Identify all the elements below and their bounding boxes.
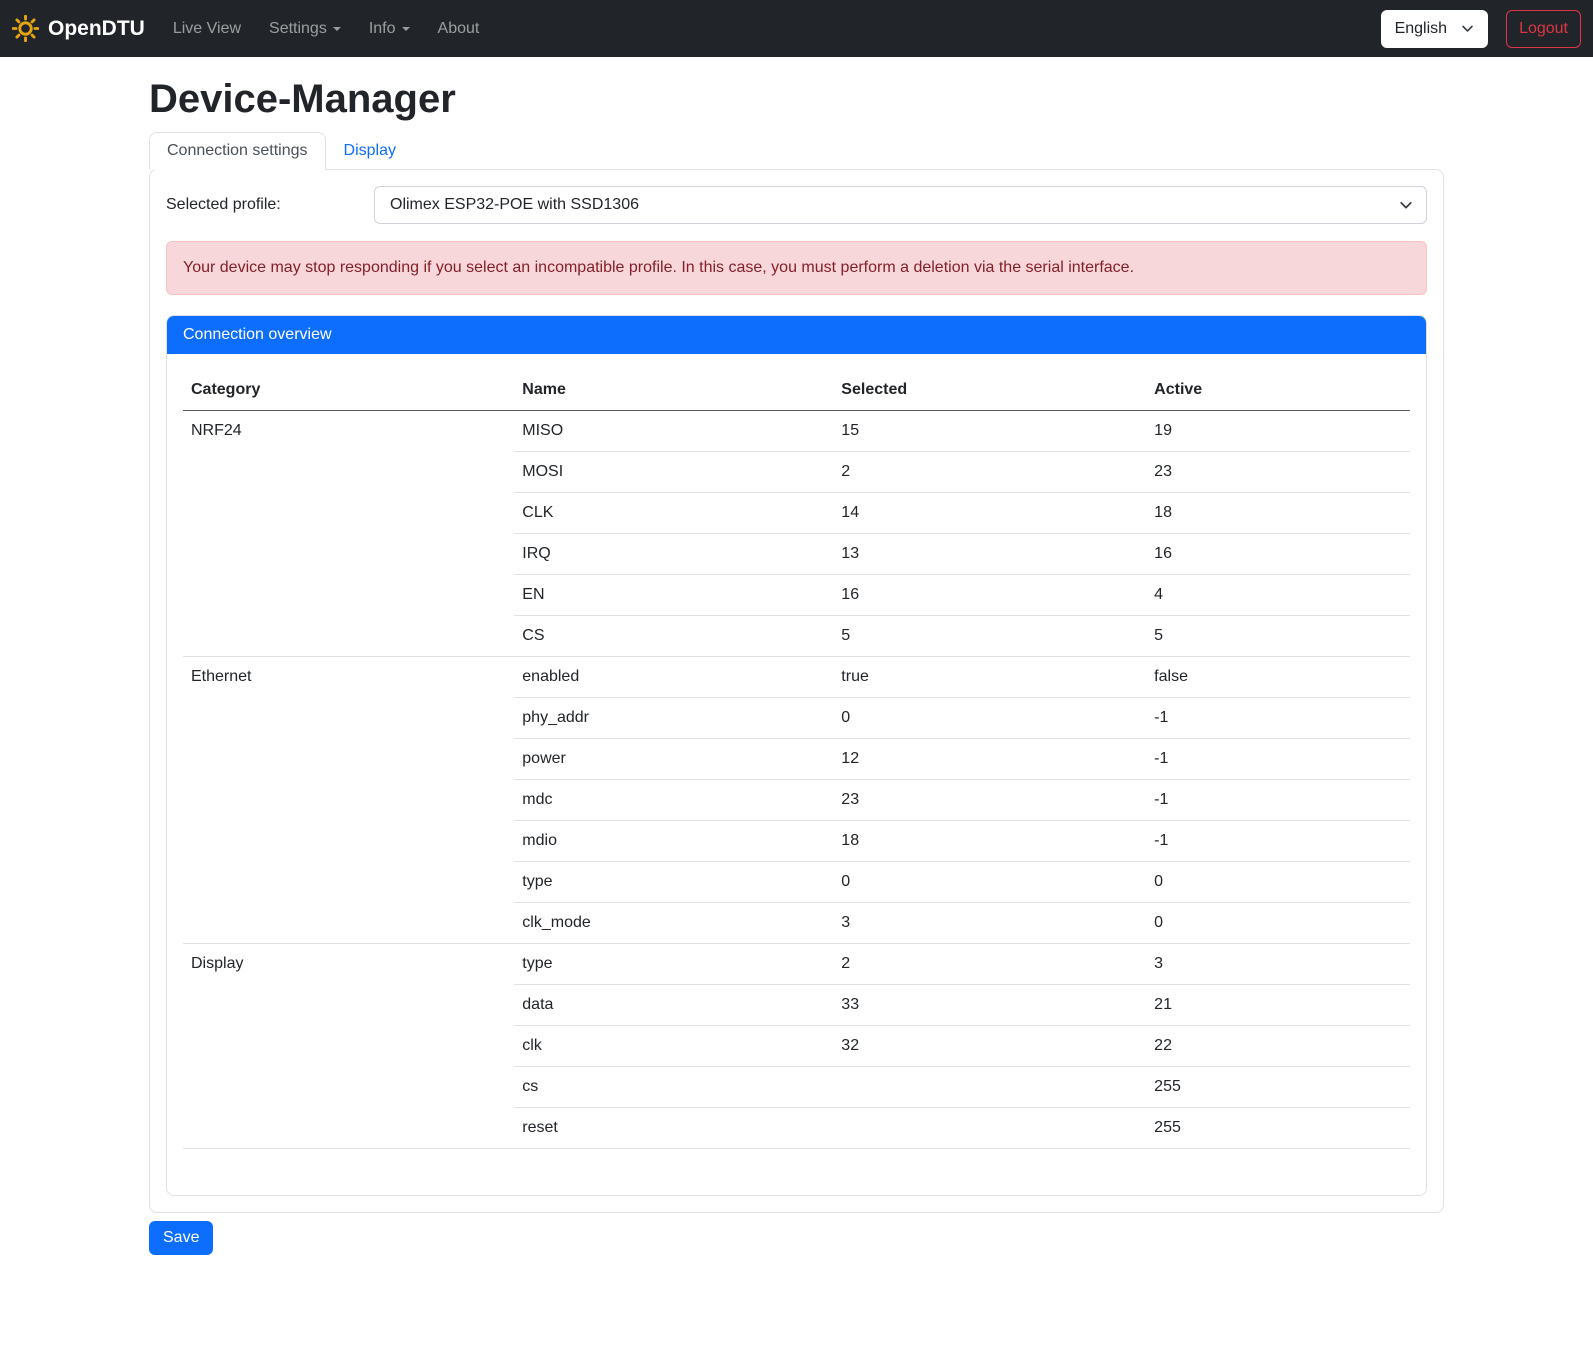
selected-cell: 12 (833, 739, 1146, 780)
selected-cell: 18 (833, 821, 1146, 862)
profile-select[interactable]: Olimex ESP32-POE with SSD1306 (374, 186, 1427, 224)
selected-cell: 0 (833, 698, 1146, 739)
settings-card: Selected profile: Olimex ESP32-POE with … (149, 169, 1444, 1213)
incompatible-profile-alert: Your device may stop responding if you s… (166, 241, 1427, 295)
page-title: Device-Manager (149, 77, 1444, 122)
table-header-row: CategoryNameSelectedActive (183, 370, 1410, 411)
selected-cell: 3 (833, 903, 1146, 944)
active-cell: -1 (1146, 821, 1410, 862)
name-cell: MISO (514, 411, 833, 452)
category-cell-nrf24: NRF24 (183, 411, 514, 657)
nav-links: Live ViewSettingsInfoAbout (159, 12, 494, 46)
nav-item-settings[interactable]: Settings (255, 12, 355, 46)
connection-overview-card: Connection overview CategoryNameSelected… (166, 315, 1427, 1196)
active-cell: -1 (1146, 780, 1410, 821)
selected-cell (833, 1108, 1146, 1149)
active-cell: 255 (1146, 1108, 1410, 1149)
name-cell: reset (514, 1108, 833, 1149)
nav-item-info[interactable]: Info (355, 12, 424, 46)
name-cell: enabled (514, 657, 833, 698)
sun-icon (12, 15, 39, 42)
connection-overview-table: CategoryNameSelectedActive NRF24MISO1519… (183, 370, 1410, 1149)
selected-cell: 14 (833, 493, 1146, 534)
save-button[interactable]: Save (149, 1221, 213, 1255)
active-cell: 18 (1146, 493, 1410, 534)
name-cell: clk (514, 1026, 833, 1067)
tab-display[interactable]: Display (326, 132, 414, 170)
connection-overview-body: CategoryNameSelectedActive NRF24MISO1519… (167, 354, 1426, 1195)
logout-button[interactable]: Logout (1506, 10, 1581, 48)
table-row: Ethernetenabledtruefalse (183, 657, 1410, 698)
name-cell: CS (514, 616, 833, 657)
selected-cell: 15 (833, 411, 1146, 452)
navbar-right: English Logout (1381, 10, 1581, 48)
selected-cell: 2 (833, 452, 1146, 493)
name-cell: cs (514, 1067, 833, 1108)
tab-bar: Connection settingsDisplay (149, 132, 1444, 169)
profile-label: Selected profile: (166, 196, 374, 214)
table-row: Displaytype23 (183, 944, 1410, 985)
chevron-down-icon (1461, 22, 1474, 35)
nav-item-live-view[interactable]: Live View (159, 12, 255, 46)
main-container: Device-Manager Connection settingsDispla… (149, 77, 1444, 1255)
name-cell: data (514, 985, 833, 1026)
name-cell: CLK (514, 493, 833, 534)
active-cell: 4 (1146, 575, 1410, 616)
active-cell: -1 (1146, 739, 1410, 780)
brand-label: OpenDTU (48, 17, 145, 41)
active-cell: false (1146, 657, 1410, 698)
name-cell: type (514, 944, 833, 985)
active-cell: 0 (1146, 862, 1410, 903)
name-cell: EN (514, 575, 833, 616)
profile-select-value: Olimex ESP32-POE with SSD1306 (390, 196, 639, 214)
name-cell: mdc (514, 780, 833, 821)
active-cell: 21 (1146, 985, 1410, 1026)
profile-row: Selected profile: Olimex ESP32-POE with … (166, 186, 1427, 224)
category-cell-ethernet: Ethernet (183, 657, 514, 944)
selected-cell: 16 (833, 575, 1146, 616)
caret-down-icon (402, 27, 410, 31)
brand-link[interactable]: OpenDTU (12, 15, 145, 42)
tab-connection-settings[interactable]: Connection settings (149, 132, 326, 170)
name-cell: MOSI (514, 452, 833, 493)
selected-cell: 13 (833, 534, 1146, 575)
table-row: NRF24MISO1519 (183, 411, 1410, 452)
selected-cell: 2 (833, 944, 1146, 985)
connection-overview-header: Connection overview (167, 316, 1426, 354)
language-select-value: English (1395, 20, 1447, 38)
selected-cell: 33 (833, 985, 1146, 1026)
active-cell: 255 (1146, 1067, 1410, 1108)
name-cell: clk_mode (514, 903, 833, 944)
active-cell: 23 (1146, 452, 1410, 493)
name-cell: type (514, 862, 833, 903)
name-cell: IRQ (514, 534, 833, 575)
column-header-selected: Selected (833, 370, 1146, 411)
selected-cell: 23 (833, 780, 1146, 821)
nav-item-about[interactable]: About (424, 12, 494, 46)
column-header-name: Name (514, 370, 833, 411)
column-header-category: Category (183, 370, 514, 411)
caret-down-icon (333, 27, 341, 31)
category-cell-display: Display (183, 944, 514, 1149)
active-cell: -1 (1146, 698, 1410, 739)
top-navbar: OpenDTU Live ViewSettingsInfoAbout Engli… (0, 0, 1593, 57)
active-cell: 16 (1146, 534, 1410, 575)
active-cell: 0 (1146, 903, 1410, 944)
active-cell: 3 (1146, 944, 1410, 985)
selected-cell: true (833, 657, 1146, 698)
chevron-down-icon (1399, 198, 1413, 217)
selected-cell: 5 (833, 616, 1146, 657)
name-cell: phy_addr (514, 698, 833, 739)
name-cell: mdio (514, 821, 833, 862)
column-header-active: Active (1146, 370, 1410, 411)
selected-cell (833, 1067, 1146, 1108)
active-cell: 5 (1146, 616, 1410, 657)
name-cell: power (514, 739, 833, 780)
active-cell: 19 (1146, 411, 1410, 452)
active-cell: 22 (1146, 1026, 1410, 1067)
selected-cell: 32 (833, 1026, 1146, 1067)
selected-cell: 0 (833, 862, 1146, 903)
language-select[interactable]: English (1381, 10, 1488, 48)
